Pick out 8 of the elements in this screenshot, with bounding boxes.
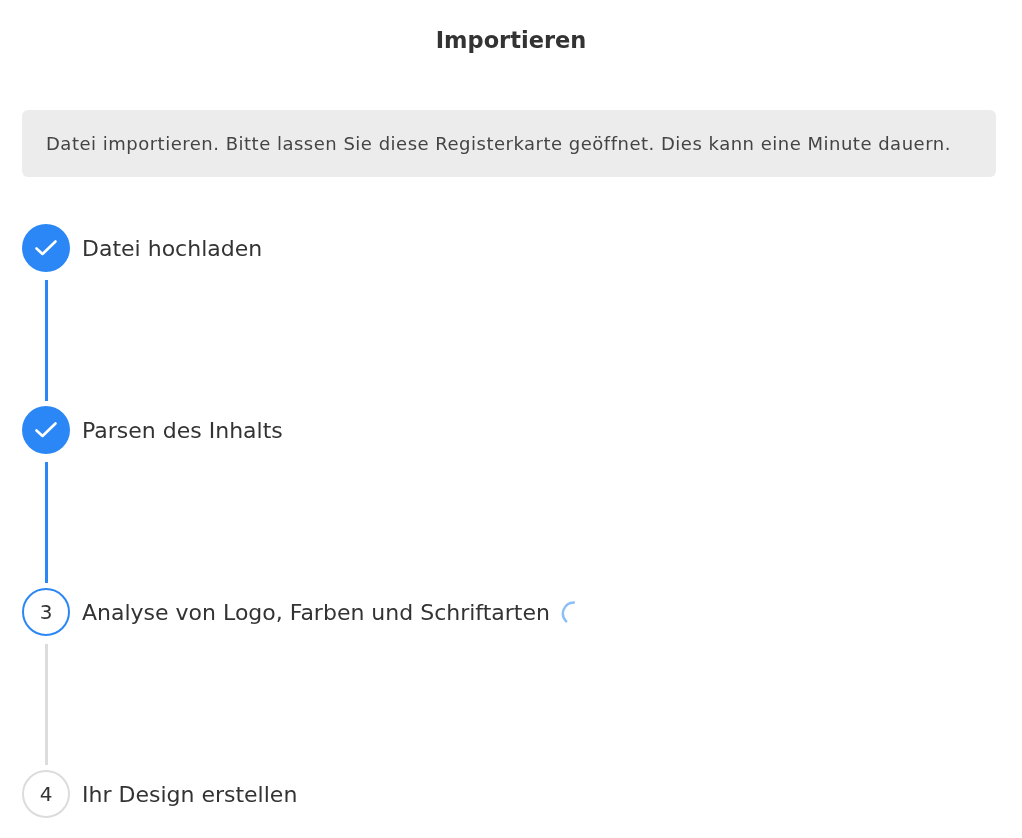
step-number: 4 (22, 770, 70, 818)
step-label: Datei hochladen (82, 235, 263, 261)
notice-text: Datei importieren. Bitte lassen Sie diese Registerkarte geöffnet. Dies kann eine Minute dauern. (46, 133, 951, 154)
step-label: Ihr Design erstellen (82, 781, 298, 807)
page-title: Importieren (435, 26, 587, 55)
step-number: 3 (22, 588, 70, 636)
step-label: Analyse von Logo, Farben und Schriftarten (82, 599, 550, 625)
step-label: Parsen des Inhalts (82, 417, 283, 443)
